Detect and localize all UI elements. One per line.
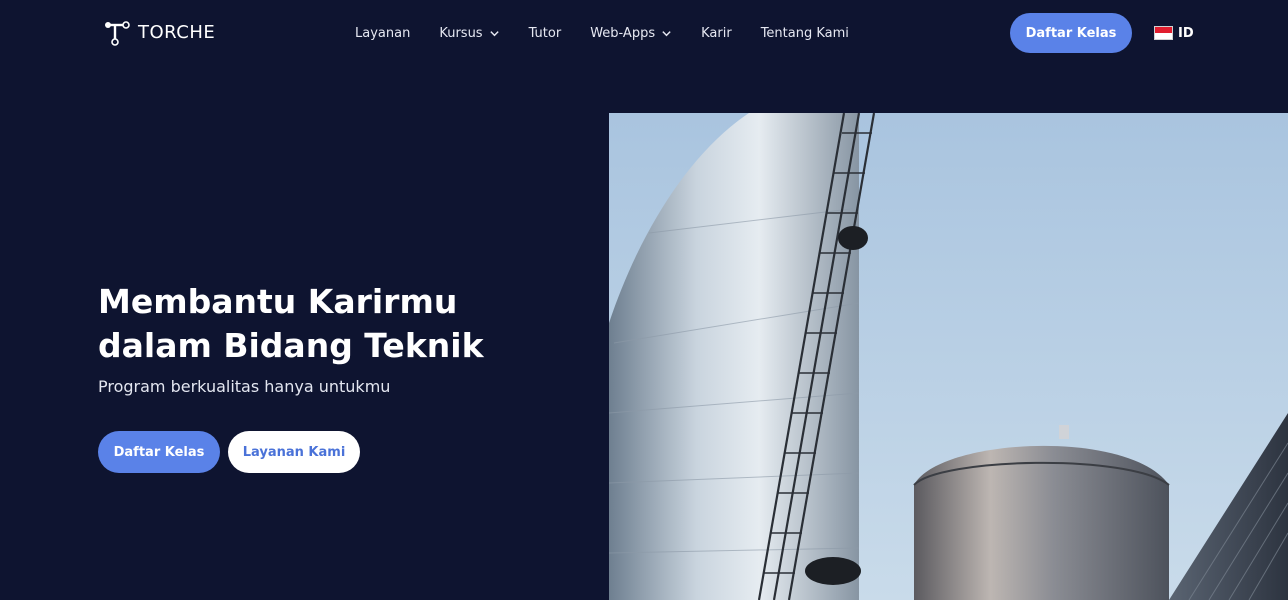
hero-title: Membantu Karirmu dalam Bidang Teknik (98, 280, 558, 368)
main-nav: Layanan Kursus Tutor Web-Apps Karir Tent… (355, 22, 849, 44)
nav-item-layanan[interactable]: Layanan (355, 26, 410, 41)
chevron-down-icon (489, 30, 499, 36)
nav-item-tutor[interactable]: Tutor (529, 26, 562, 41)
brand-name: TORCHE (138, 21, 216, 43)
nav-item-label: Kursus (439, 25, 483, 41)
nav-item-label: Web-Apps (590, 25, 656, 41)
indonesia-flag-icon (1154, 26, 1173, 40)
hero-title-line-2: dalam Bidang Teknik (98, 326, 484, 365)
nav-item-label: Karir (701, 25, 732, 41)
nav-item-label: Layanan (355, 25, 411, 41)
nav-item-kursus[interactable]: Kursus (439, 26, 499, 41)
nav-item-tentang-kami[interactable]: Tentang Kami (761, 26, 849, 41)
navbar: TORCHE Layanan Kursus Tutor Web-Apps Kar… (0, 0, 1288, 68)
nav-item-label: Tentang Kami (760, 25, 849, 41)
hero-image (609, 113, 1288, 600)
language-code: ID (1178, 25, 1194, 41)
layanan-kami-button[interactable]: Layanan Kami (228, 431, 360, 473)
nav-item-label: Tutor (528, 25, 562, 41)
daftar-kelas-nav-button[interactable]: Daftar Kelas (1010, 13, 1132, 53)
nav-item-web-apps[interactable]: Web-Apps (590, 26, 672, 41)
chevron-down-icon (662, 30, 671, 36)
daftar-kelas-button[interactable]: Daftar Kelas (98, 431, 220, 473)
language-selector[interactable]: ID (1154, 24, 1194, 42)
torche-logo-icon (105, 21, 130, 46)
hero-title-line-1: Membantu Karirmu (98, 282, 458, 321)
hero-subtitle: Program berkualitas hanya untukmu (98, 377, 391, 396)
brand-logo[interactable]: TORCHE (102, 16, 215, 48)
nav-item-karir[interactable]: Karir (701, 26, 732, 41)
industrial-tanks-photo (609, 113, 1288, 600)
